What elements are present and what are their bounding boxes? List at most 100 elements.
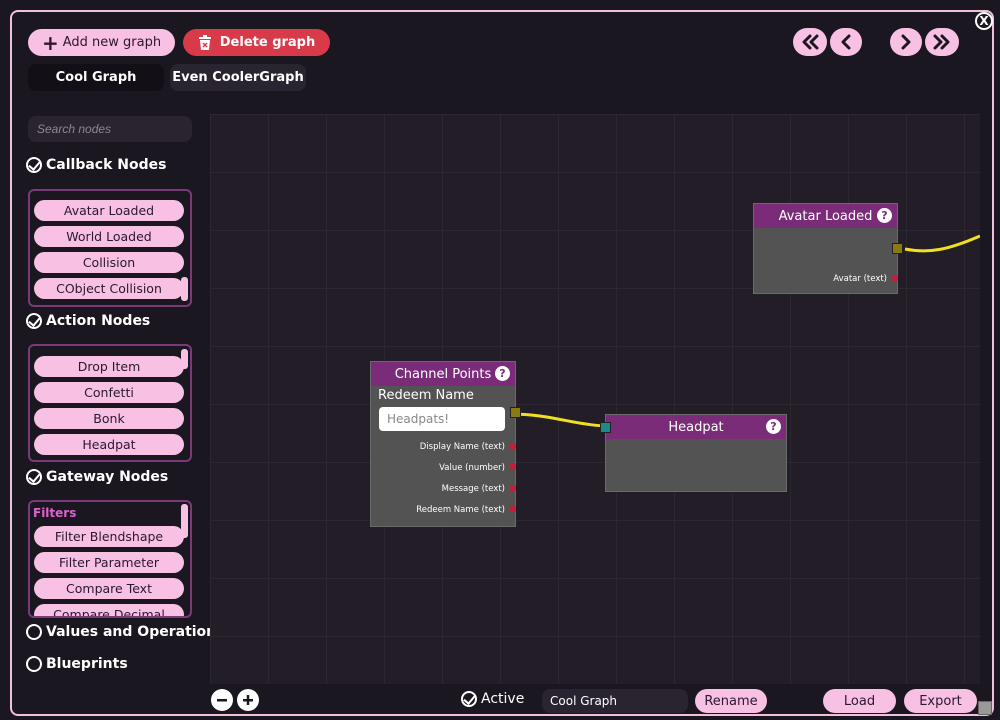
tab-even-cooler-graph[interactable]: Even CoolerGraph [170,64,306,91]
checkbox-unchecked-icon [26,624,42,640]
active-toggle[interactable]: Active [461,691,524,707]
port-label: Avatar (text) [833,274,887,284]
connection-wire [509,412,605,428]
first-page-button[interactable] [793,28,827,56]
plus-icon [243,695,253,705]
checkbox-unchecked-icon [26,656,42,672]
rename-button[interactable]: Rename [695,689,767,713]
last-page-button[interactable] [925,28,959,56]
port-label: Display Name (text) [419,442,505,452]
list-item[interactable]: CObject Collision [34,278,184,299]
section-title: Blueprints [46,656,128,672]
values-operations-toggle[interactable]: Values and Operations [26,624,224,640]
action-nodes-toggle[interactable]: Action Nodes [26,313,150,329]
active-label: Active [481,691,525,707]
port-label: Redeem Name (text) [416,505,505,515]
flow-output-port[interactable] [510,407,521,418]
callback-nodes-toggle[interactable]: Callback Nodes [26,157,166,173]
checkbox-checked-icon [26,157,42,173]
double-chevron-left-icon [802,34,819,50]
tab-label: Even CoolerGraph [172,70,304,85]
output-port[interactable] [510,464,516,470]
search-input[interactable] [28,116,192,142]
scrollbar-thumb[interactable] [181,504,188,538]
graph-name-input[interactable]: Cool Graph [542,689,688,713]
field-label: Redeem Name [378,388,474,403]
connection-wires [509,234,980,428]
chevron-left-icon [841,34,851,50]
checkbox-checked-icon [26,469,42,485]
output-port[interactable] [892,275,898,281]
list-item[interactable]: Collision [34,252,184,273]
flow-input-port[interactable] [600,422,611,433]
node-title: Headpat [668,419,724,435]
minus-icon [217,699,227,702]
list-item[interactable]: Drop Item [34,356,184,377]
blueprints-toggle[interactable]: Blueprints [26,656,128,672]
export-button[interactable]: Export [904,689,977,713]
avatar-loaded-node[interactable]: Avatar Loaded ? Avatar (text) [753,203,903,294]
checkbox-checked-icon [461,691,477,707]
chevron-right-icon [901,34,911,50]
load-label: Load [843,693,876,709]
section-title: Action Nodes [46,313,151,329]
list-item[interactable]: Avatar Loaded [34,200,184,221]
list-item[interactable]: Compare Text [34,578,184,599]
export-label: Export [919,693,962,709]
delete-graph-label: Delete graph [219,35,316,50]
tab-label: Cool Graph [55,70,137,85]
add-graph-button[interactable]: + Add new graph [28,29,175,56]
plus-icon: + [41,30,59,55]
list-item[interactable]: Filter Parameter [34,552,184,573]
rename-label: Rename [704,693,758,709]
action-nodes-list[interactable]: Drop Item Confetti Bonk Headpat [28,344,192,462]
gateway-nodes-list[interactable]: Filters Filter Blendshape Filter Paramet… [28,500,192,618]
section-title: Callback Nodes [46,157,167,173]
scrollbar-thumb[interactable] [181,277,188,301]
node-header[interactable]: Channel Points ? [371,362,515,386]
section-title: Values and Operations [46,624,225,640]
tab-cool-graph[interactable]: Cool Graph [28,64,164,91]
trash-icon [198,34,212,51]
zoom-in-button[interactable] [237,689,259,711]
prev-page-button[interactable] [830,28,862,56]
node-header[interactable]: Avatar Loaded ? [754,204,897,228]
help-icon[interactable]: ? [766,419,781,434]
output-port[interactable] [510,485,516,491]
node-title: Avatar Loaded [778,208,873,224]
double-chevron-right-icon [933,34,950,50]
add-graph-label: Add new graph [62,35,162,50]
list-item[interactable]: World Loaded [34,226,184,247]
port-label: Message (text) [441,484,505,494]
section-title: Gateway Nodes [46,469,169,485]
node-header[interactable]: Headpat ? [606,415,786,439]
output-port[interactable] [510,443,516,449]
redeem-name-input[interactable]: Headpats! [379,407,505,431]
list-item[interactable]: Filter Blendshape [34,526,184,547]
port-label: Value (number) [439,463,505,473]
output-port[interactable] [510,506,516,512]
group-label: Filters [33,506,77,520]
next-page-button[interactable] [890,28,922,56]
flow-output-port[interactable] [892,243,903,254]
load-button[interactable]: Load [823,689,896,713]
gateway-nodes-toggle[interactable]: Gateway Nodes [26,469,168,485]
help-icon[interactable]: ? [877,208,892,223]
callback-nodes-list[interactable]: Avatar Loaded World Loaded Collision COb… [28,189,192,307]
list-item[interactable]: Confetti [34,382,184,403]
headpat-node[interactable]: Headpat ? [600,414,787,492]
help-icon[interactable]: ? [495,366,510,381]
list-item[interactable]: Compare Decimal [34,604,184,616]
graph-canvas[interactable]: Avatar Loaded ? Avatar (text) Channel Po… [210,114,980,684]
close-icon[interactable]: X [975,12,993,30]
list-item[interactable]: Headpat [34,434,184,455]
list-item[interactable]: Bonk [34,408,184,429]
resize-handle[interactable] [978,701,992,715]
zoom-out-button[interactable] [211,689,233,711]
channel-points-node[interactable]: Channel Points ? Redeem Name Headpats! D… [370,361,521,527]
scrollbar-thumb[interactable] [181,349,188,369]
delete-graph-button[interactable]: Delete graph [183,29,330,56]
checkbox-checked-icon [26,313,42,329]
connection-wire [904,234,980,253]
node-title: Channel Points [394,366,492,382]
